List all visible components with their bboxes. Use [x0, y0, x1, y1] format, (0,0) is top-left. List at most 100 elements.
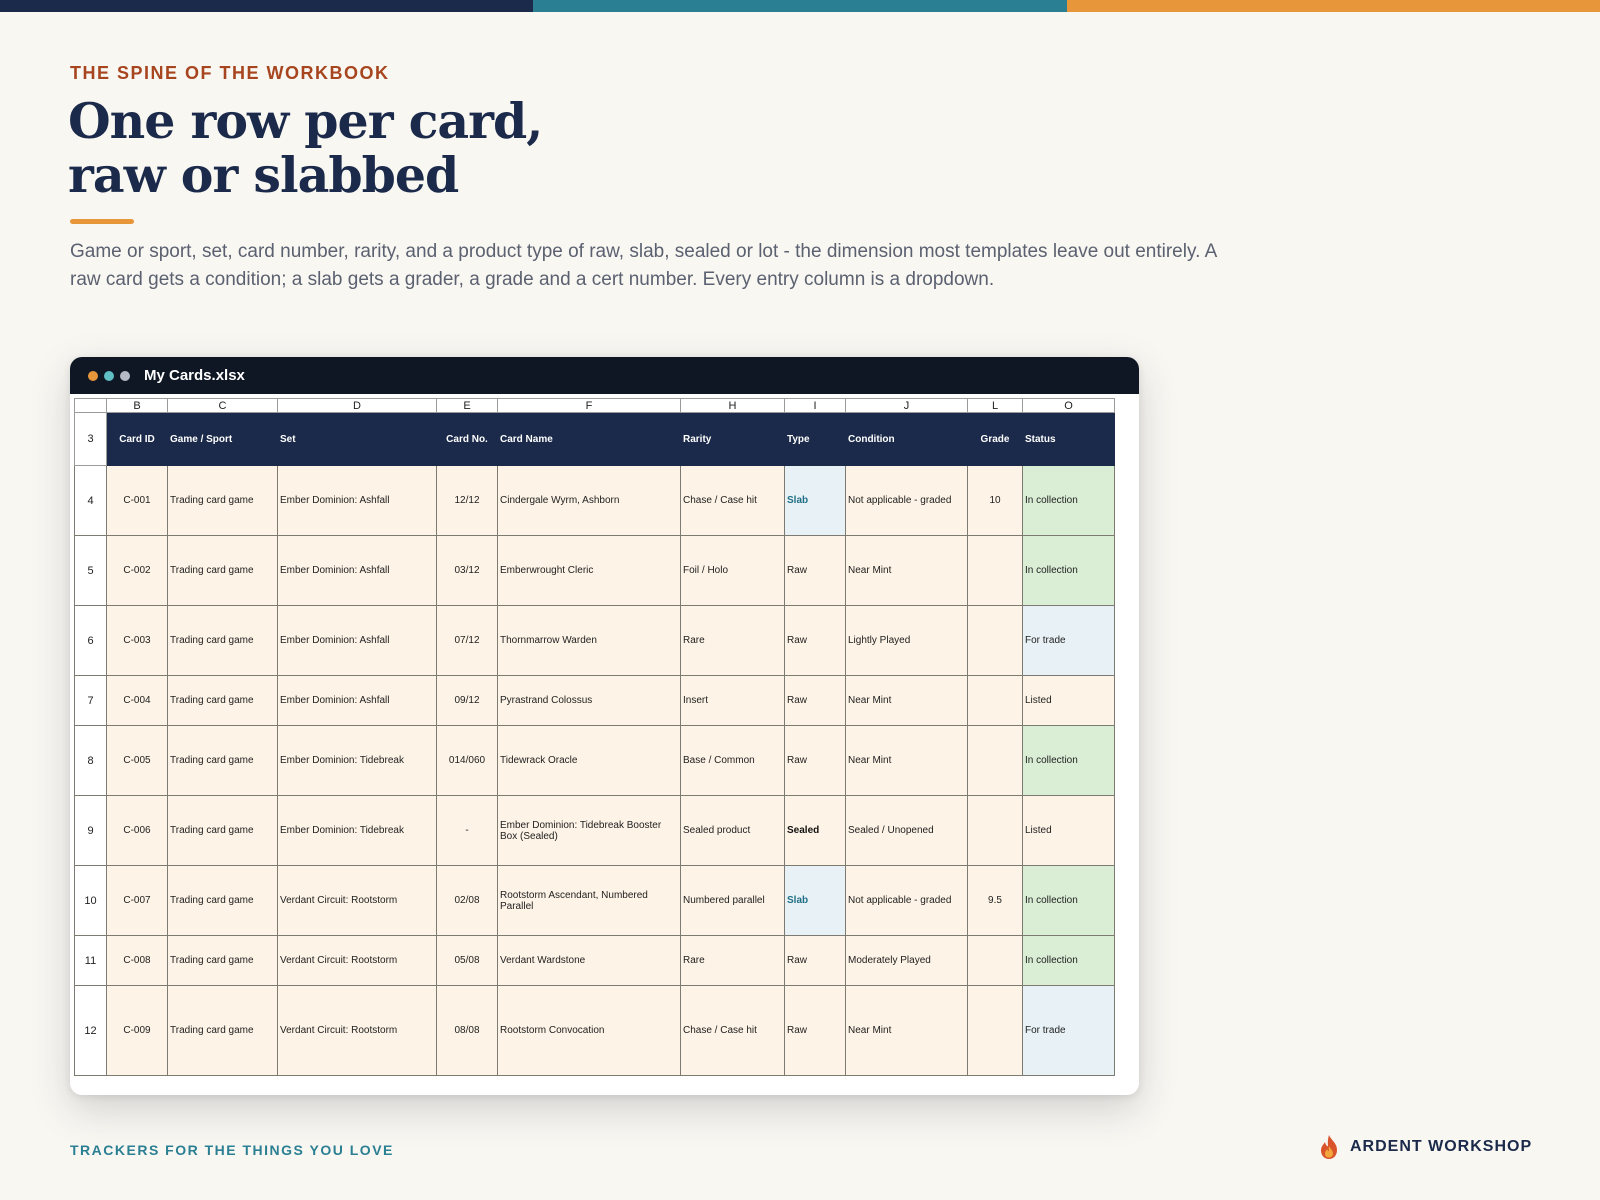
row-number[interactable]: 12 [74, 985, 107, 1076]
cell-grade[interactable]: 10 [967, 465, 1023, 536]
column-letter[interactable]: E [436, 398, 498, 413]
cell-card-name[interactable]: Rootstorm Ascendant, Numbered Parallel [497, 865, 681, 936]
cell-card-name[interactable]: Pyrastrand Colossus [497, 675, 681, 726]
cell-card-id[interactable]: C-006 [106, 795, 168, 866]
cell-condition[interactable]: Near Mint [845, 725, 968, 796]
cell-grade[interactable] [967, 725, 1023, 796]
cell-card-name[interactable]: Verdant Wardstone [497, 935, 681, 986]
cell-type[interactable]: Raw [784, 605, 846, 676]
cell-condition[interactable]: Near Mint [845, 675, 968, 726]
cell-rarity[interactable]: Rare [680, 935, 785, 986]
cell-rarity[interactable]: Chase / Case hit [680, 465, 785, 536]
row-number[interactable]: 3 [74, 412, 107, 466]
cell-type[interactable]: Raw [784, 725, 846, 796]
column-letter[interactable]: F [497, 398, 681, 413]
cell-card-name[interactable]: Ember Dominion: Tidebreak Booster Box (S… [497, 795, 681, 866]
row-number[interactable]: 11 [74, 935, 107, 986]
minimize-dot-icon[interactable] [104, 370, 114, 381]
column-letter[interactable]: B [106, 398, 168, 413]
header-game-sport[interactable]: Game / Sport [167, 412, 278, 466]
cell-condition[interactable]: Near Mint [845, 535, 968, 606]
header-status[interactable]: Status [1022, 412, 1115, 466]
cell-card-no[interactable]: 09/12 [436, 675, 498, 726]
cell-type[interactable]: Raw [784, 675, 846, 726]
corner-cell[interactable] [74, 398, 107, 413]
cell-status[interactable]: In collection [1022, 865, 1115, 936]
cell-set[interactable]: Ember Dominion: Tidebreak [277, 795, 437, 866]
header-card-id[interactable]: Card ID [106, 412, 168, 466]
cell-card-no[interactable]: 02/08 [436, 865, 498, 936]
cell-card-no[interactable]: - [436, 795, 498, 866]
cell-game-sport[interactable]: Trading card game [167, 795, 278, 866]
row-number[interactable]: 6 [74, 605, 107, 676]
cell-condition[interactable]: Not applicable - graded [845, 865, 968, 936]
cell-card-id[interactable]: C-009 [106, 985, 168, 1076]
cell-card-no[interactable]: 07/12 [436, 605, 498, 676]
row-number[interactable]: 4 [74, 465, 107, 536]
cell-set[interactable]: Ember Dominion: Ashfall [277, 465, 437, 536]
row-number[interactable]: 8 [74, 725, 107, 796]
cell-status[interactable]: In collection [1022, 465, 1115, 536]
cell-grade[interactable] [967, 985, 1023, 1076]
brand-lockup[interactable]: ARDENT WORKSHOP [1318, 1134, 1532, 1160]
cell-rarity[interactable]: Foil / Holo [680, 535, 785, 606]
header-type[interactable]: Type [784, 412, 846, 466]
cell-card-no[interactable]: 12/12 [436, 465, 498, 536]
cell-condition[interactable]: Lightly Played [845, 605, 968, 676]
cell-card-id[interactable]: C-001 [106, 465, 168, 536]
cell-type[interactable]: Raw [784, 935, 846, 986]
cell-set[interactable]: Verdant Circuit: Rootstorm [277, 985, 437, 1076]
cell-set[interactable]: Ember Dominion: Ashfall [277, 605, 437, 676]
cell-set[interactable]: Verdant Circuit: Rootstorm [277, 865, 437, 936]
cell-status[interactable]: In collection [1022, 935, 1115, 986]
cell-game-sport[interactable]: Trading card game [167, 535, 278, 606]
cell-type[interactable]: Raw [784, 535, 846, 606]
cell-status[interactable]: For trade [1022, 605, 1115, 676]
row-number[interactable]: 7 [74, 675, 107, 726]
cell-type[interactable]: Sealed [784, 795, 846, 866]
cell-rarity[interactable]: Base / Common [680, 725, 785, 796]
cell-rarity[interactable]: Sealed product [680, 795, 785, 866]
cell-card-id[interactable]: C-008 [106, 935, 168, 986]
cell-rarity[interactable]: Rare [680, 605, 785, 676]
cell-game-sport[interactable]: Trading card game [167, 935, 278, 986]
cell-rarity[interactable]: Chase / Case hit [680, 985, 785, 1076]
cell-condition[interactable]: Sealed / Unopened [845, 795, 968, 866]
cell-card-name[interactable]: Rootstorm Convocation [497, 985, 681, 1076]
cell-card-id[interactable]: C-004 [106, 675, 168, 726]
cell-status[interactable]: Listed [1022, 795, 1115, 866]
cell-condition[interactable]: Near Mint [845, 985, 968, 1076]
cell-card-no[interactable]: 03/12 [436, 535, 498, 606]
cell-grade[interactable] [967, 935, 1023, 986]
row-number[interactable]: 10 [74, 865, 107, 936]
column-letter[interactable]: L [967, 398, 1023, 413]
cell-grade[interactable] [967, 605, 1023, 676]
cell-card-id[interactable]: C-005 [106, 725, 168, 796]
cell-game-sport[interactable]: Trading card game [167, 865, 278, 936]
cell-card-name[interactable]: Emberwrought Cleric [497, 535, 681, 606]
column-letter[interactable]: O [1022, 398, 1115, 413]
cell-condition[interactable]: Moderately Played [845, 935, 968, 986]
cell-grade[interactable] [967, 535, 1023, 606]
cell-rarity[interactable]: Numbered parallel [680, 865, 785, 936]
header-condition[interactable]: Condition [845, 412, 968, 466]
header-grade[interactable]: Grade [967, 412, 1023, 466]
cell-set[interactable]: Ember Dominion: Ashfall [277, 675, 437, 726]
cell-rarity[interactable]: Insert [680, 675, 785, 726]
cell-card-name[interactable]: Thornmarrow Warden [497, 605, 681, 676]
cell-card-name[interactable]: Tidewrack Oracle [497, 725, 681, 796]
cell-set[interactable]: Ember Dominion: Tidebreak [277, 725, 437, 796]
column-letter[interactable]: D [277, 398, 437, 413]
cell-status[interactable]: In collection [1022, 725, 1115, 796]
header-card-name[interactable]: Card Name [497, 412, 681, 466]
header-rarity[interactable]: Rarity [680, 412, 785, 466]
cell-set[interactable]: Ember Dominion: Ashfall [277, 535, 437, 606]
cell-game-sport[interactable]: Trading card game [167, 725, 278, 796]
cell-game-sport[interactable]: Trading card game [167, 605, 278, 676]
cell-grade[interactable] [967, 675, 1023, 726]
row-number[interactable]: 5 [74, 535, 107, 606]
column-letter[interactable]: J [845, 398, 968, 413]
maximize-dot-icon[interactable] [120, 370, 130, 381]
header-set[interactable]: Set [277, 412, 437, 466]
cell-condition[interactable]: Not applicable - graded [845, 465, 968, 536]
